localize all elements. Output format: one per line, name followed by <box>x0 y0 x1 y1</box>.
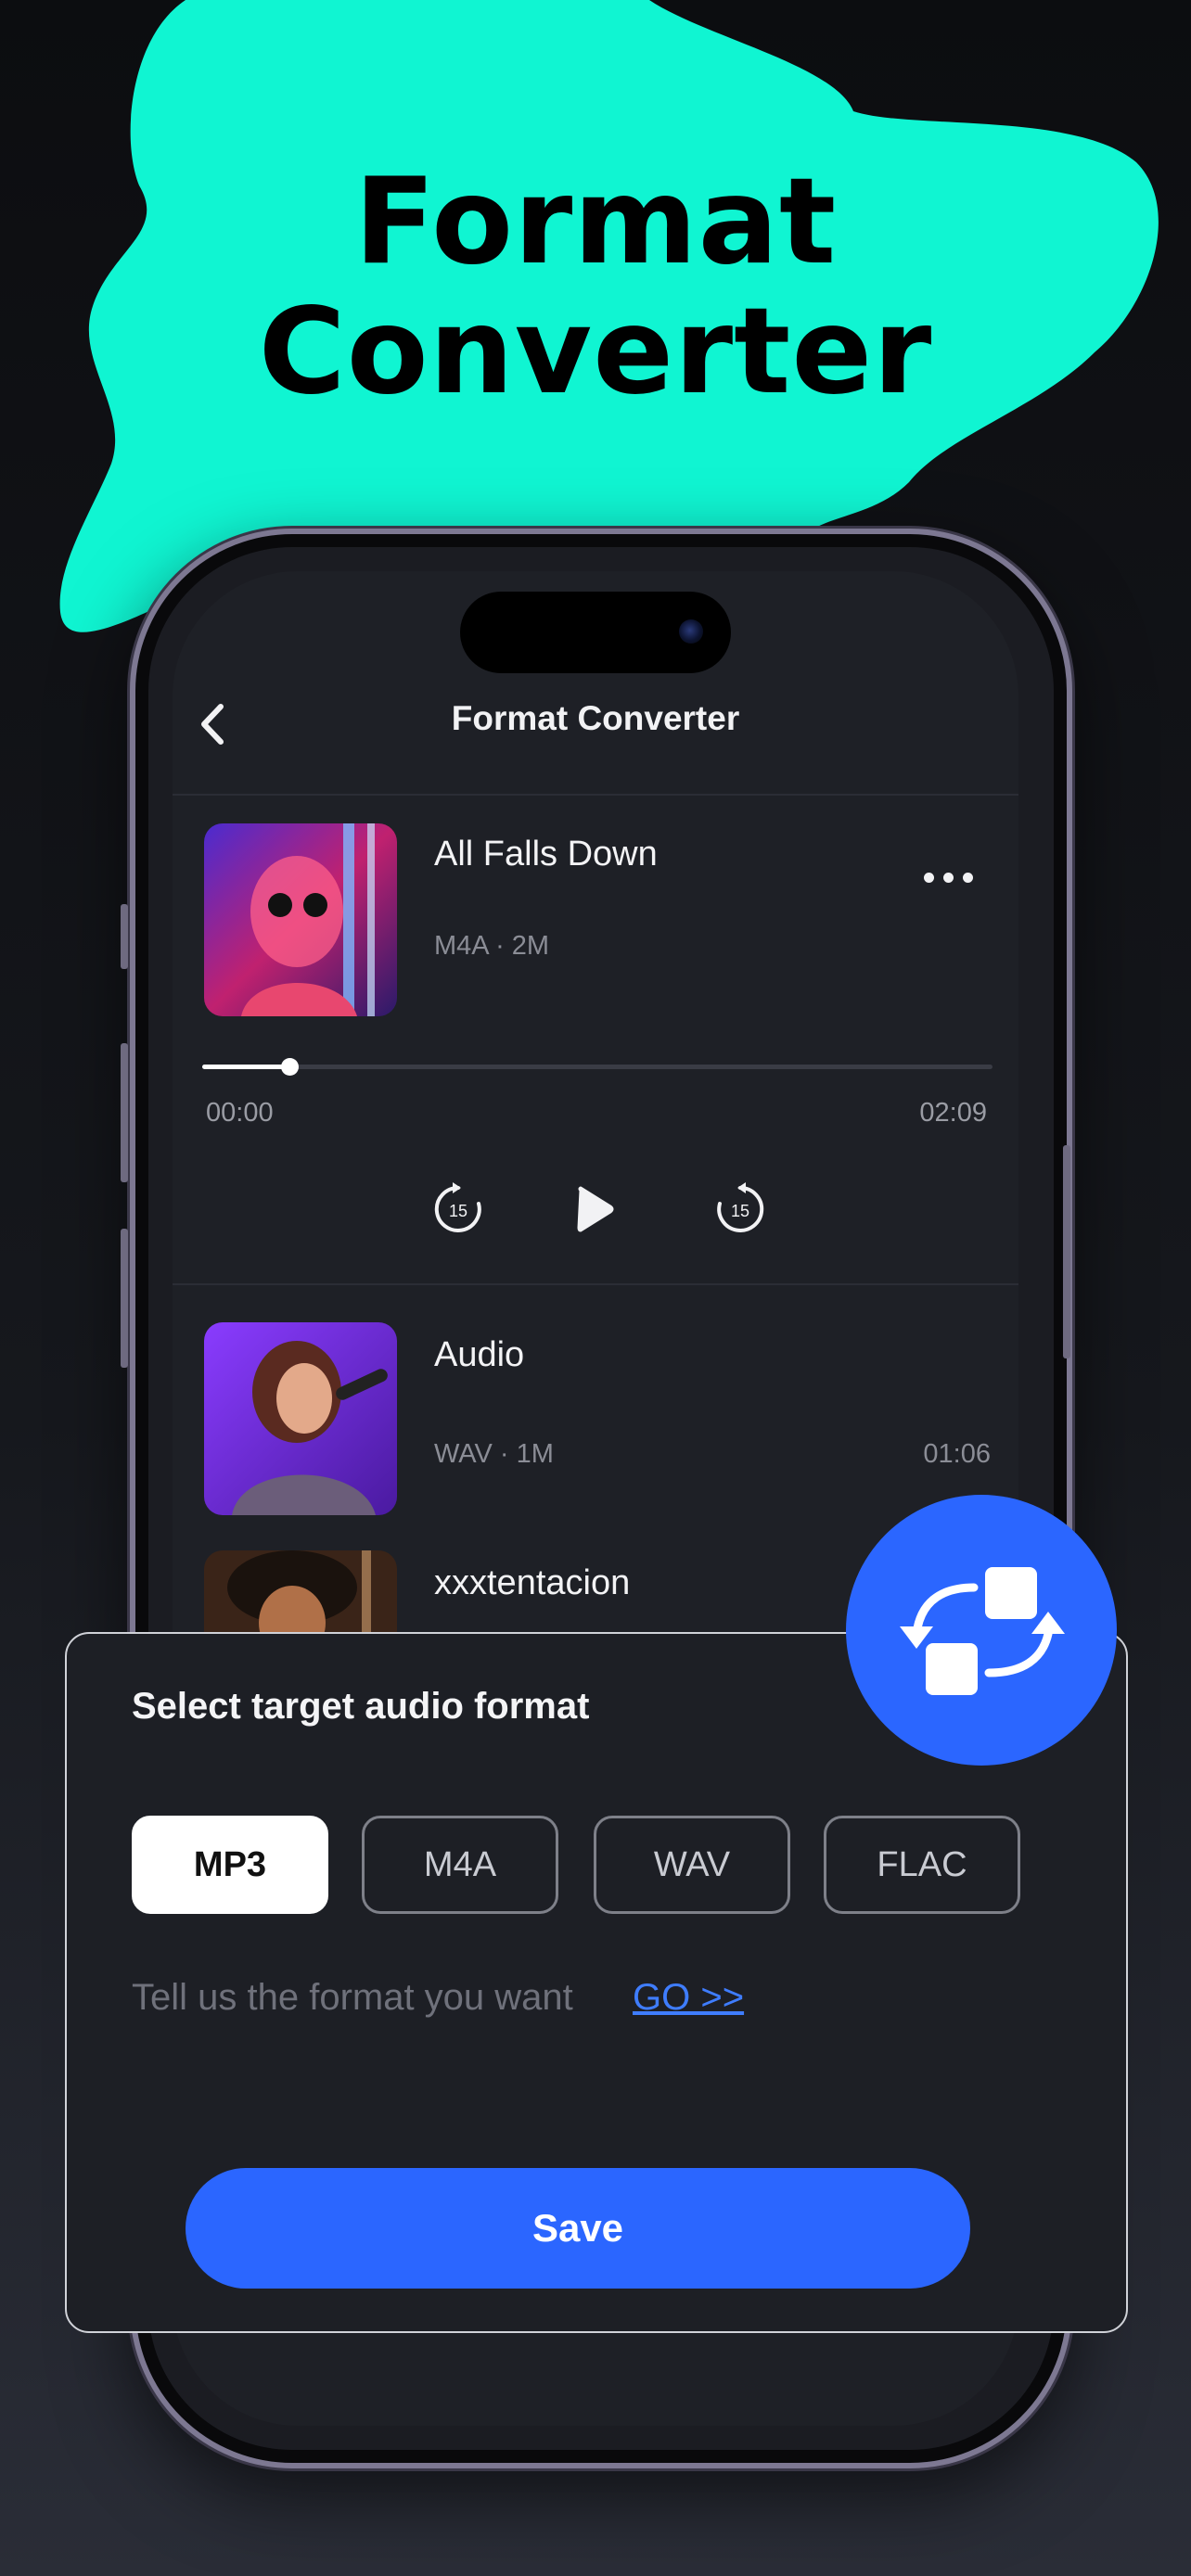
sheet-title: Select target audio format <box>132 1686 590 1727</box>
front-camera <box>679 619 703 644</box>
time-current: 00:00 <box>206 1098 274 1128</box>
format-option-m4a[interactable]: M4A <box>362 1816 558 1914</box>
list-item-1-title: Audio <box>434 1335 525 1374</box>
play-icon[interactable] <box>571 1185 618 1233</box>
list-item-1-duration: 01:06 <box>923 1439 991 1469</box>
album-art-all-falls-down <box>204 823 397 1016</box>
progress-fill <box>202 1065 289 1069</box>
dynamic-island <box>460 592 731 673</box>
rewind-15-label: 15 <box>449 1202 467 1220</box>
convert-swap-icon <box>900 1567 1065 1695</box>
format-request-link[interactable]: GO >> <box>633 1977 744 2019</box>
now-playing-meta: M4A · 2M <box>434 931 550 961</box>
forward-15-icon[interactable]: 15 <box>712 1181 768 1237</box>
headline-line-2: Converter <box>258 283 933 421</box>
album-art-audio <box>204 1322 397 1515</box>
convert-badge <box>846 1495 1117 1766</box>
rewind-15-icon[interactable]: 15 <box>430 1181 486 1237</box>
format-option-mp3[interactable]: MP3 <box>132 1816 328 1914</box>
time-total: 02:09 <box>919 1098 987 1128</box>
headline-line-1: Format <box>353 153 838 291</box>
format-option-flac[interactable]: FLAC <box>824 1816 1020 1914</box>
playback-progress-bar[interactable] <box>202 1058 992 1076</box>
list-item-1-meta: WAV · 1M <box>434 1439 554 1469</box>
phone-volume-down-button <box>121 1229 128 1368</box>
phone-side-button <box>121 904 128 969</box>
ellipsis-icon[interactable] <box>922 868 978 886</box>
phone-power-button <box>1063 1145 1070 1358</box>
player-divider <box>173 1283 1018 1285</box>
forward-15-label: 15 <box>731 1202 749 1220</box>
format-option-wav[interactable]: WAV <box>594 1816 790 1914</box>
list-item-2-title: xxxtentacion <box>434 1563 631 1602</box>
progress-knob[interactable] <box>280 1058 299 1076</box>
save-button[interactable]: Save <box>186 2168 970 2289</box>
page-title: Format Converter <box>451 699 740 737</box>
now-playing-title: All Falls Down <box>434 835 658 874</box>
format-request-hint: Tell us the format you want <box>132 1977 573 2018</box>
header-divider <box>173 794 1018 796</box>
phone-volume-up-button <box>121 1043 128 1182</box>
